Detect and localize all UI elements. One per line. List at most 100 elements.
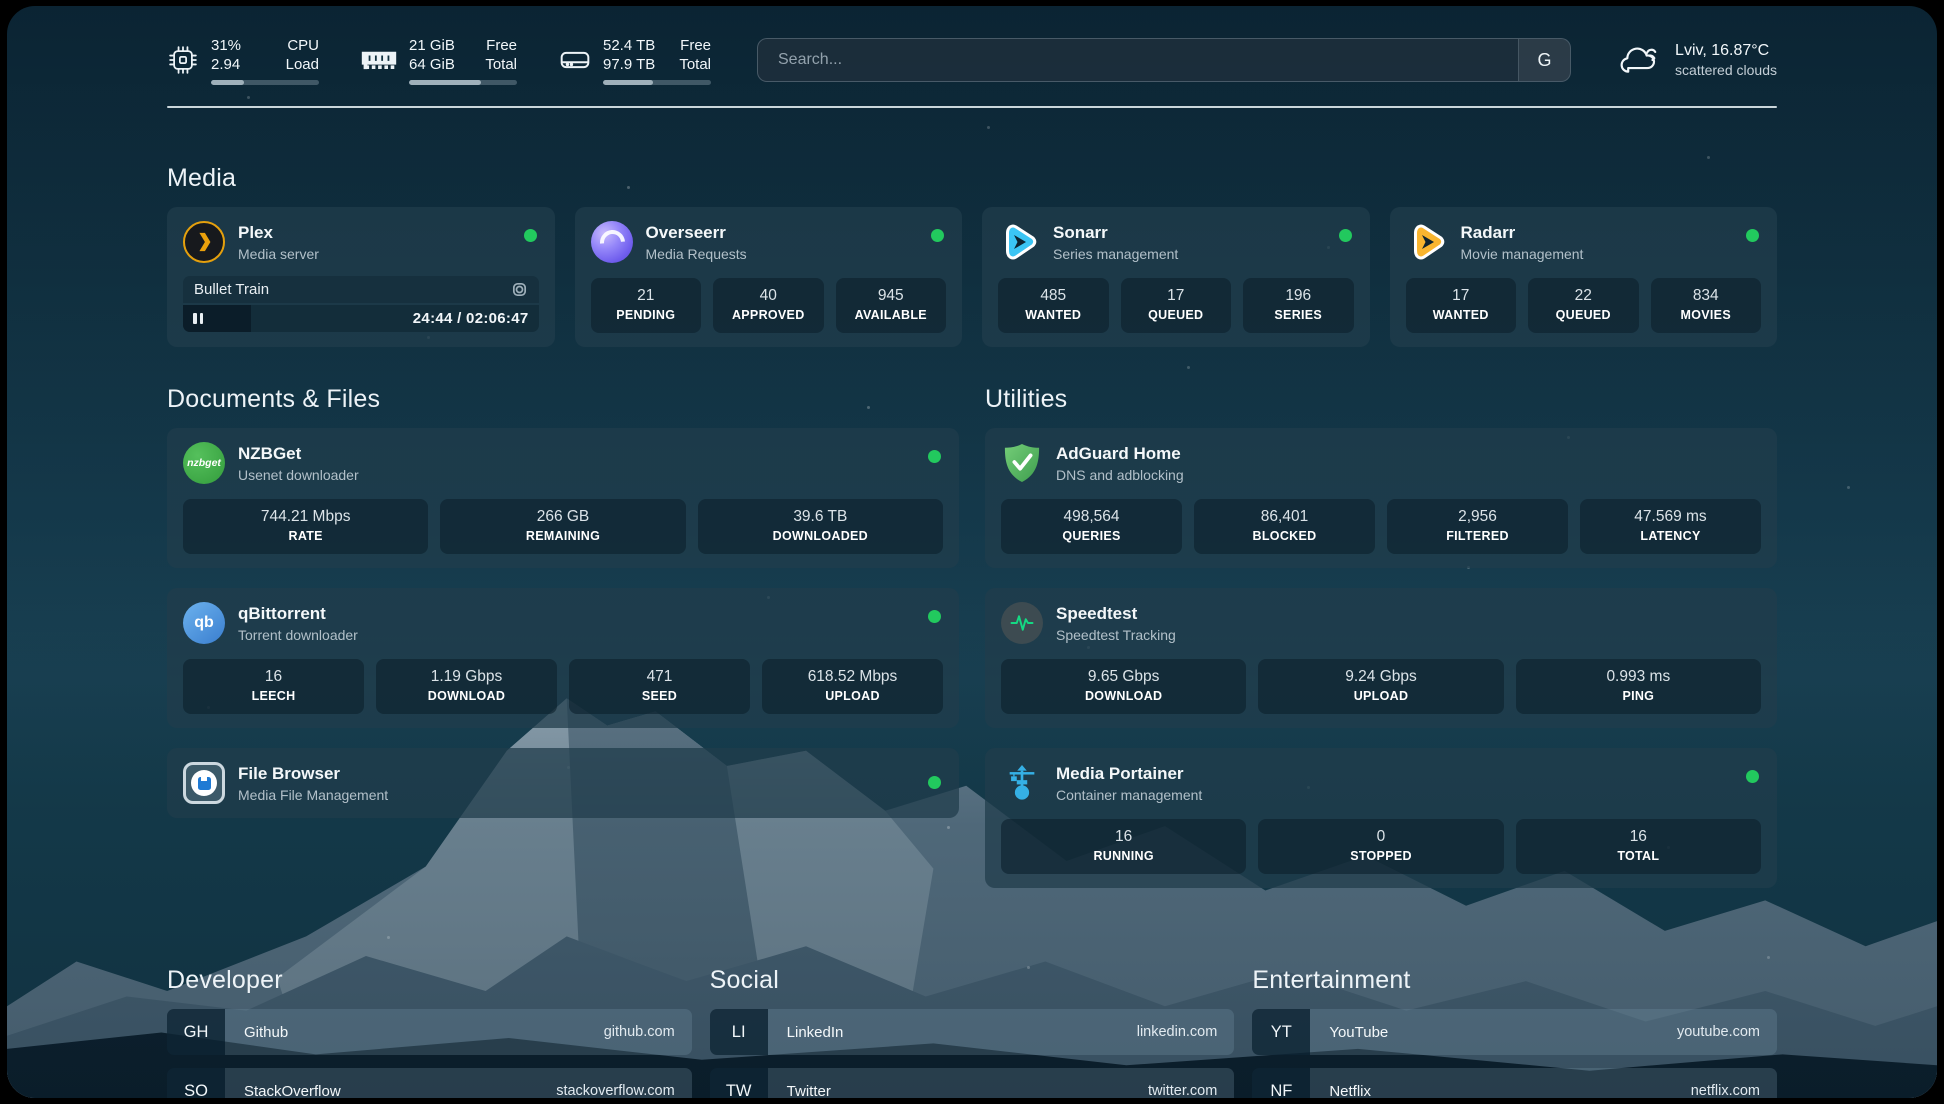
status-dot xyxy=(1746,770,1759,783)
bookmark-netflix[interactable]: NF Netflixnetflix.com xyxy=(1252,1068,1777,1098)
service-card-portainer[interactable]: Media Portainer Container management 16R… xyxy=(985,748,1777,888)
bookmark-group-developer: Developer GH Githubgithub.com SO StackOv… xyxy=(167,966,692,1098)
service-name: Plex xyxy=(238,222,319,243)
service-name: Speedtest xyxy=(1056,603,1176,624)
top-bar: 31% 2.94 CPU Load xyxy=(167,32,1777,88)
stat-label: SEED xyxy=(573,689,746,703)
service-description: Speedtest Tracking xyxy=(1056,627,1176,643)
now-playing-time: 24:44 / 02:06:47 xyxy=(413,310,529,327)
weather-location-temp: Lviv, 16.87°C xyxy=(1675,42,1777,60)
bookmark-name: Twitter xyxy=(787,1083,831,1099)
service-name: AdGuard Home xyxy=(1056,443,1184,464)
bookmark-url: linkedin.com xyxy=(1137,1024,1218,1040)
stat-label: DOWNLOAD xyxy=(1005,689,1242,703)
plex-icon xyxy=(183,221,225,263)
bookmark-linkedin[interactable]: LI LinkedInlinkedin.com xyxy=(710,1009,1235,1055)
stat-block: 0.993 msPING xyxy=(1516,659,1761,714)
service-card-sonarr[interactable]: Sonarr Series management 485WANTED 17QUE… xyxy=(982,207,1370,347)
service-card-radarr[interactable]: Radarr Movie management 17WANTED 22QUEUE… xyxy=(1390,207,1778,347)
stat-value: 945 xyxy=(840,287,943,305)
system-resources: 31% 2.94 CPU Load xyxy=(167,36,711,85)
service-card-speedtest[interactable]: Speedtest Speedtest Tracking 9.65 Gbps DO… xyxy=(985,588,1777,728)
stat-label: AVAILABLE xyxy=(840,308,943,322)
portainer-icon xyxy=(1001,762,1043,804)
search-bar[interactable]: G xyxy=(757,38,1571,82)
stat-block: 16RUNNING xyxy=(1001,819,1246,874)
service-card-overseerr[interactable]: Overseerr Media Requests 21PENDING 40APP… xyxy=(575,207,963,347)
stat-value: 834 xyxy=(1655,287,1758,305)
stat-label: QUEUED xyxy=(1125,308,1228,322)
stat-label: LATENCY xyxy=(1584,529,1757,543)
disk-free-value: 52.4 TB xyxy=(603,36,655,56)
stat-block: 485WANTED xyxy=(998,278,1109,333)
stat-block: 47.569 ms LATENCY xyxy=(1580,499,1761,554)
status-dot xyxy=(1746,229,1759,242)
search-input[interactable] xyxy=(758,39,1518,81)
stat-block: 21PENDING xyxy=(591,278,702,333)
stat-block: 498,564QUERIES xyxy=(1001,499,1182,554)
media-card-row: Plex Media server Bullet Train 24:44 / 0… xyxy=(167,207,1777,347)
stat-block: 945 AVAILABLE xyxy=(836,278,947,333)
stat-value: 498,564 xyxy=(1005,508,1178,526)
stat-value: 47.569 ms xyxy=(1584,508,1757,526)
stat-label: UPLOAD xyxy=(766,689,939,703)
memory-free-label: Free xyxy=(485,36,517,56)
stat-label: WANTED xyxy=(1410,308,1513,322)
bookmark-name: Github xyxy=(244,1024,288,1041)
service-card-nzbget[interactable]: nzbget NZBGet Usenet downloader 744.21 M… xyxy=(167,428,959,568)
cpu-load-label: Load xyxy=(286,55,319,75)
stat-value: 17 xyxy=(1410,287,1513,305)
status-dot xyxy=(928,450,941,463)
filebrowser-icon xyxy=(183,762,225,804)
stat-value: 9.24 Gbps xyxy=(1262,668,1499,686)
stat-block: 16LEECH xyxy=(183,659,364,714)
topbar-divider xyxy=(167,106,1777,108)
stat-block: 618.52 MbpsUPLOAD xyxy=(762,659,943,714)
now-playing-progress: 24:44 / 02:06:47 xyxy=(183,305,539,332)
bookmark-abbr: NF xyxy=(1252,1068,1310,1098)
stat-value: 9.65 Gbps xyxy=(1005,668,1242,686)
stat-label: RATE xyxy=(187,529,424,543)
service-name: Media Portainer xyxy=(1056,763,1202,784)
stat-label: DOWNLOAD xyxy=(380,689,553,703)
cpu-icon xyxy=(167,44,199,76)
status-dot xyxy=(928,776,941,789)
bookmark-stackoverflow[interactable]: SO StackOverflowstackoverflow.com xyxy=(167,1068,692,1098)
stat-label: UPLOAD xyxy=(1262,689,1499,703)
stat-block: 266 GBREMAINING xyxy=(440,499,685,554)
weather-widget: Lviv, 16.87°C scattered clouds xyxy=(1617,42,1777,78)
stat-block: 2,956FILTERED xyxy=(1387,499,1568,554)
stat-block: 17QUEUED xyxy=(1121,278,1232,333)
bookmark-name: YouTube xyxy=(1329,1024,1388,1041)
service-card-filebrowser[interactable]: File Browser Media File Management xyxy=(167,748,959,818)
memory-total-label: Total xyxy=(485,55,517,75)
disk-progress-track xyxy=(603,80,711,85)
service-name: Sonarr xyxy=(1053,222,1178,243)
section-title-social: Social xyxy=(710,966,1235,995)
stat-value: 16 xyxy=(1005,828,1242,846)
search-provider-button[interactable]: G xyxy=(1518,39,1570,81)
stat-block: 0STOPPED xyxy=(1258,819,1503,874)
adguard-icon xyxy=(1001,442,1043,484)
stat-block: 744.21 MbpsRATE xyxy=(183,499,428,554)
section-title-utilities: Utilities xyxy=(985,385,1777,414)
stat-label: LEECH xyxy=(187,689,360,703)
bookmark-github[interactable]: GH Githubgithub.com xyxy=(167,1009,692,1055)
stat-label: PING xyxy=(1520,689,1757,703)
cpu-progress-fill xyxy=(211,80,244,85)
memory-total-value: 64 GiB xyxy=(409,55,455,75)
stat-label: SERIES xyxy=(1247,308,1350,322)
service-description: DNS and adblocking xyxy=(1056,467,1184,483)
stat-block: 39.6 TBDOWNLOADED xyxy=(698,499,943,554)
stat-value: 22 xyxy=(1532,287,1635,305)
dashboard-screen: 31% 2.94 CPU Load xyxy=(7,6,1937,1098)
service-card-plex[interactable]: Plex Media server Bullet Train 24:44 / 0… xyxy=(167,207,555,347)
bookmark-youtube[interactable]: YT YouTubeyoutube.com xyxy=(1252,1009,1777,1055)
bookmark-twitter[interactable]: TW Twittertwitter.com xyxy=(710,1068,1235,1098)
service-card-qbittorrent[interactable]: qb qBittorrent Torrent downloader 16LEEC… xyxy=(167,588,959,728)
stat-label: QUEUED xyxy=(1532,308,1635,322)
now-playing-options-icon xyxy=(511,281,528,298)
weather-condition: scattered clouds xyxy=(1675,62,1777,78)
memory-free-value: 21 GiB xyxy=(409,36,455,56)
service-card-adguard[interactable]: AdGuard Home DNS and adblocking 498,564Q… xyxy=(985,428,1777,568)
